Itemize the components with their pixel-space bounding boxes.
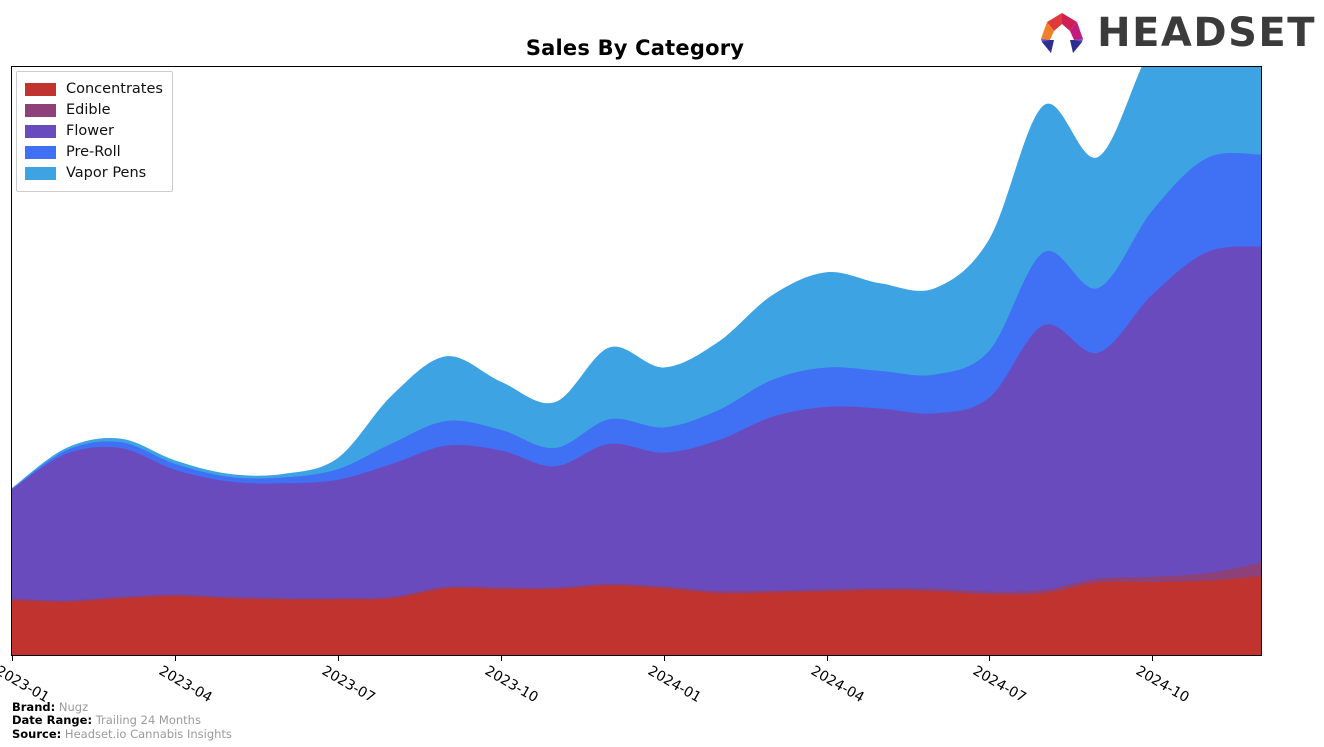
legend-item[interactable]: Vapor Pens: [25, 163, 163, 184]
legend-item[interactable]: Flower: [25, 121, 163, 142]
x-axis-tick-mark: [1152, 656, 1154, 661]
footer-key: Date Range:: [12, 713, 93, 727]
x-axis-tick-mark: [12, 656, 13, 661]
legend-color-swatch: [25, 125, 56, 138]
x-axis-tick-label: 2023-10: [481, 663, 541, 707]
legend-color-swatch: [25, 83, 56, 96]
headset-logo: HEADSET: [1034, 9, 1316, 57]
headset-logo-text: HEADSET: [1097, 10, 1316, 56]
legend-item[interactable]: Edible: [25, 100, 163, 121]
footer-value: Trailing 24 Months: [92, 713, 201, 727]
legend-item[interactable]: Concentrates: [25, 79, 163, 100]
legend-color-swatch: [25, 104, 56, 117]
chart-legend: Concentrates Edible Flower Pre-Roll Vapor Pe…: [16, 71, 173, 192]
x-axis-tick-label: 2024-01: [644, 663, 704, 707]
legend-color-swatch: [25, 146, 56, 159]
x-axis-tick-mark: [337, 656, 339, 661]
plot-area: Concentrates Edible Flower Pre-Roll Vapor Pe…: [11, 66, 1262, 656]
x-axis-tick-mark: [826, 656, 828, 661]
x-axis-tick-mark: [663, 656, 665, 661]
footer-row: Brand: Nugz: [12, 699, 232, 715]
headset-horseshoe-icon: [1041, 13, 1084, 53]
footer-row: Date Range: Trailing 24 Months: [12, 713, 232, 728]
chart-page: Sales By Category HEADSET Concentrates Ed…: [0, 0, 1324, 747]
x-axis-tick-label: 2024-07: [970, 663, 1030, 707]
x-axis-tick-mark: [500, 656, 502, 661]
legend-item-label: Pre-Roll: [66, 144, 121, 161]
stacked-area-chart: [12, 67, 1261, 655]
legend-item-label: Concentrates: [66, 81, 163, 98]
x-axis-tick-label: 2023-07: [318, 663, 378, 707]
legend-item-label: Edible: [66, 102, 111, 119]
x-axis-tick-label: 2024-10: [1133, 663, 1193, 707]
legend-item-label: Vapor Pens: [66, 165, 147, 182]
footer-value: Headset.io Cannabis Insights: [61, 726, 232, 741]
footer-row: Source: Headset.io Cannabis Insights: [12, 726, 232, 742]
footer-value: Nugz: [55, 699, 89, 714]
chart-footer: Brand: Nugz Date Range: Trailing 24 Month…: [12, 699, 232, 742]
x-axis-tick-mark: [174, 656, 176, 661]
legend-item[interactable]: Pre-Roll: [25, 142, 163, 163]
x-axis-tick-mark: [989, 656, 991, 661]
footer-key: Source:: [12, 726, 62, 741]
footer-key: Brand:: [12, 699, 56, 714]
x-axis-tick-label: 2024-04: [807, 663, 867, 707]
legend-color-swatch: [25, 167, 56, 180]
legend-item-label: Flower: [66, 123, 114, 140]
